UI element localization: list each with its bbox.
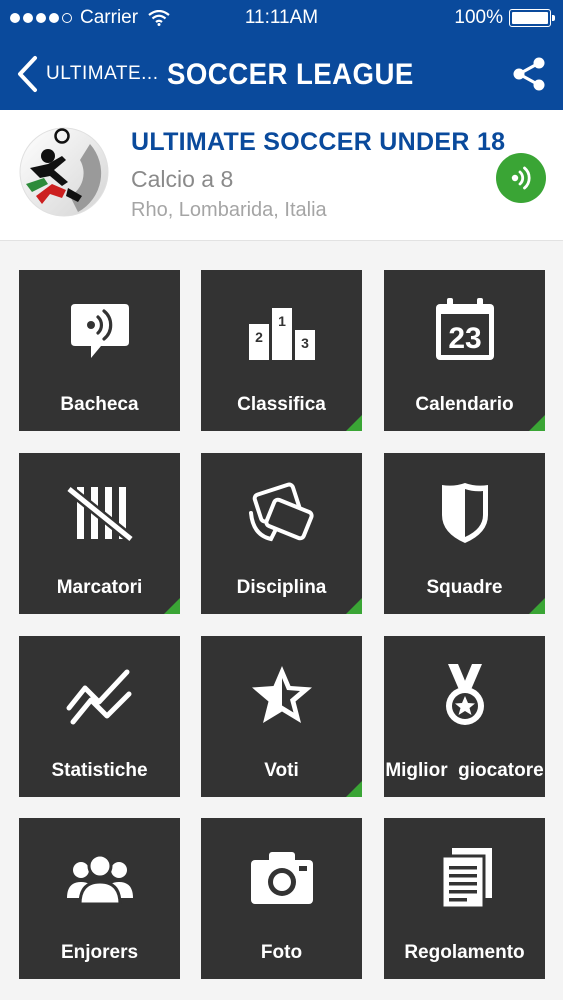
new-content-badge (164, 598, 180, 614)
menu-tile-foto[interactable]: Foto (201, 818, 362, 979)
new-content-badge (529, 415, 545, 431)
page-title: SOCCER LEAGUE (167, 58, 414, 91)
menu-tile-label: Marcatori (56, 577, 143, 598)
menu-tile-bacheca[interactable]: Bacheca (19, 270, 180, 431)
broadcast-icon (511, 166, 531, 190)
league-location: Rho, Lombarida, Italia (131, 199, 327, 221)
status-bar: Carrier 11:11AM 100% (0, 0, 563, 36)
shield-icon (441, 483, 488, 543)
menu-tile-label: Statistiche (51, 760, 148, 781)
menu-tile-enjorers[interactable]: Enjorers (19, 818, 180, 979)
message-bubble-icon (70, 304, 129, 358)
menu-tile-label: Miglior giocatore (385, 760, 544, 781)
menu-tile-label: Enjorers (60, 942, 139, 963)
menu-tile-statistiche[interactable]: Statistiche (19, 636, 180, 797)
chevron-left-icon (18, 56, 37, 92)
camera-icon (250, 852, 313, 904)
back-button[interactable]: ULTIMATE... (16, 54, 158, 94)
league-type: Calcio a 8 (131, 166, 234, 192)
menu-tile-marcatori[interactable]: Marcatori (19, 453, 180, 614)
menu-tile-label: Calendario (415, 394, 514, 415)
new-content-badge (346, 415, 362, 431)
stats-lines-icon (66, 669, 131, 725)
new-content-badge (529, 598, 545, 614)
cards-icon (248, 482, 314, 542)
menu-tile-label: Foto (260, 942, 303, 963)
menu-tile-disciplina[interactable]: Disciplina (201, 453, 362, 614)
new-content-badge (346, 781, 362, 797)
feed-button[interactable] (496, 153, 546, 203)
medal-icon (445, 664, 484, 725)
document-icon (440, 848, 492, 910)
battery-percent: 100% (454, 7, 503, 28)
menu-tile-label: Classifica (237, 394, 326, 415)
menu-tile-calendario[interactable]: 23 Calendario (384, 270, 545, 431)
new-content-badge (346, 598, 362, 614)
menu-tile-label: Regolamento (404, 942, 525, 963)
menu-tile-voti[interactable]: Voti (201, 636, 362, 797)
tally-icon (65, 485, 134, 543)
league-header: ULTIMATE SOCCER UNDER 18 Calcio a 8 Rho,… (0, 110, 563, 241)
calendar-icon: 23 (435, 298, 494, 360)
menu-tile-miglior-giocatore[interactable]: Miglior giocatore (384, 636, 545, 797)
share-icon[interactable] (511, 56, 547, 92)
back-button-label: ULTIMATE... (46, 63, 159, 84)
menu-tile-regolamento[interactable]: Regolamento (384, 818, 545, 979)
podium-second: 2 (255, 329, 263, 345)
podium-third: 3 (301, 335, 309, 351)
menu-tile-squadre[interactable]: Squadre (384, 453, 545, 614)
podium-first: 1 (278, 313, 286, 329)
league-logo (19, 127, 109, 217)
battery-icon (509, 9, 555, 27)
star-icon (251, 666, 312, 723)
menu-tile-label: Disciplina (236, 577, 327, 598)
menu-tile-classifica[interactable]: 2 1 3 Classifica (201, 270, 362, 431)
navigation-bar: ULTIMATE... SOCCER LEAGUE (0, 36, 563, 110)
menu-tile-label: Squadre (426, 577, 503, 598)
menu-tile-label: Bacheca (60, 394, 139, 415)
menu-tile-label: Voti (264, 760, 299, 781)
calendar-day: 23 (448, 322, 481, 355)
league-name: ULTIMATE SOCCER UNDER 18 (131, 128, 506, 156)
podium-icon: 2 1 3 (248, 308, 315, 360)
people-icon (66, 853, 133, 906)
